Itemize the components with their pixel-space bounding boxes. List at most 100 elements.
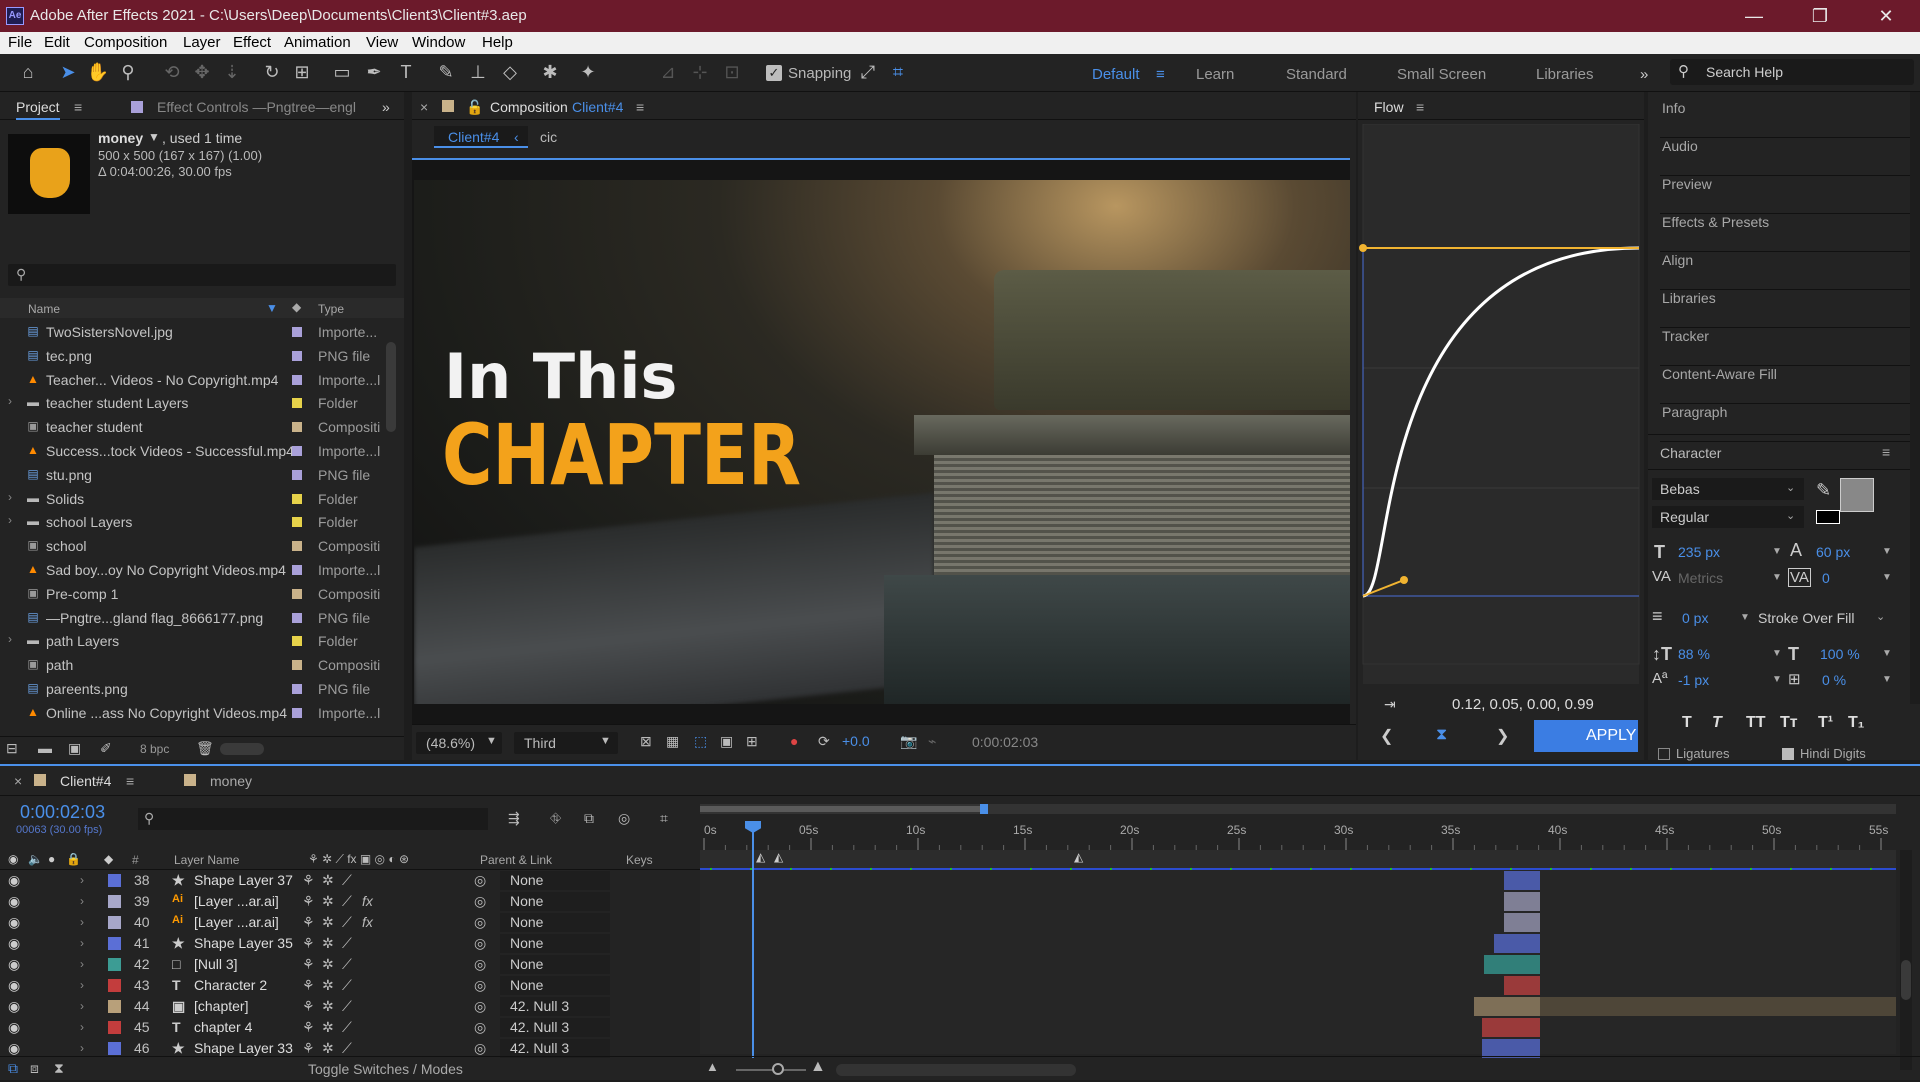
home-icon[interactable]: ⌂ (16, 60, 40, 84)
pick-whip-icon[interactable]: ◎ (474, 872, 486, 889)
label-color-swatch[interactable] (108, 874, 121, 887)
close-tab-icon[interactable]: × (420, 99, 428, 115)
tab-timeline-comp[interactable]: Client#4 (60, 773, 111, 789)
graph-editor-icon[interactable]: ⌗ (660, 810, 668, 827)
panel-info[interactable]: Info (1660, 100, 1910, 138)
label-color-swatch[interactable] (292, 541, 302, 552)
layer-duration-bar[interactable] (1484, 955, 1540, 974)
switches-column-icons[interactable]: ⚘ ✲ ⟋ fx ▣ ◎ ◐ ⊛ (308, 852, 409, 867)
project-item[interactable]: ▤ pareents.png PNG file (0, 677, 390, 701)
panel-menu-icon[interactable]: ≡ (126, 773, 134, 789)
label-color-swatch[interactable] (292, 374, 302, 385)
label-tag-icon[interactable]: ◆ (292, 300, 301, 314)
lock-column-icon[interactable]: 🔒 (66, 852, 81, 866)
layer-row[interactable]: ◉›⚘✲⟋◎⌄45Tchapter 442. Null 3 (0, 1017, 700, 1038)
layer-row[interactable]: ◉›⚘✲⟋◎⌄41★Shape Layer 35None (0, 933, 700, 954)
chevron-down-icon[interactable]: ▼ (1882, 546, 1892, 557)
resolution-dropdown[interactable]: Third ▼ (514, 732, 618, 754)
quality-switch-icon[interactable]: ⟋ (342, 935, 352, 952)
project-item[interactable]: ▤ tec.png PNG file (0, 344, 390, 368)
project-item[interactable]: ▣ school Compositi (0, 534, 390, 558)
project-item[interactable]: ▣ path Compositi (0, 653, 390, 677)
brush-tool-icon[interactable]: ✎ (434, 60, 458, 84)
workspace-learn[interactable]: Learn (1196, 66, 1234, 83)
superscript-icon[interactable]: T¹ (1818, 714, 1833, 732)
right-panel-scrollbar[interactable] (1910, 92, 1920, 704)
label-color-swatch[interactable] (292, 517, 302, 528)
keyframe-marker-icon[interactable]: ◭ (774, 850, 783, 864)
render-time-icon[interactable]: ⧗ (54, 1060, 64, 1077)
import-curve-icon[interactable]: ⇥ (1384, 696, 1396, 713)
layer-duration-bar[interactable] (1474, 997, 1896, 1016)
panel-align[interactable]: Align (1660, 252, 1910, 290)
fast-previews-icon[interactable]: ⊠ (640, 733, 652, 750)
shy-switch-icon[interactable]: ⚘ (302, 872, 315, 889)
menu-composition[interactable]: Composition (84, 34, 167, 51)
zoom-dropdown[interactable]: (48.6%) ▼ (416, 732, 502, 754)
toggle-switches-modes[interactable]: Toggle Switches / Modes (308, 1061, 463, 1077)
expand-folder-icon[interactable]: › (8, 632, 12, 646)
label-color-swatch[interactable] (108, 958, 121, 971)
more-workspaces-icon[interactable]: » (1640, 66, 1648, 83)
work-area-bar[interactable] (700, 804, 1896, 814)
breadcrumb-next[interactable]: cic (540, 129, 557, 145)
tracking-value[interactable]: 0 (1822, 570, 1830, 586)
collapse-switch-icon[interactable]: ✲ (322, 872, 334, 889)
eye-visibility-icon[interactable]: ◉ (8, 977, 20, 994)
zoom-tool-icon[interactable]: ⚲ (116, 60, 140, 84)
small-caps-icon[interactable]: Tт (1780, 714, 1798, 732)
label-color-swatch[interactable] (292, 565, 302, 575)
project-item[interactable]: › ▬ Solids Folder (0, 487, 390, 511)
panel-libraries[interactable]: Libraries (1660, 290, 1910, 328)
layer-name[interactable]: Character 2 (194, 977, 267, 993)
expand-folder-icon[interactable]: › (8, 394, 12, 408)
current-time-display[interactable]: 0:00:02:03 (972, 734, 1038, 750)
work-area-range[interactable] (700, 806, 984, 812)
layer-name[interactable]: [chapter] (194, 998, 248, 1014)
expand-layer-icon[interactable]: › (80, 873, 84, 887)
ease-out-handle[interactable] (1400, 576, 1408, 584)
next-preset-icon[interactable]: ❯ (1496, 726, 1509, 746)
panel-content-aware-fill[interactable]: Content-Aware Fill (1660, 366, 1910, 404)
breadcrumb-current[interactable]: Client#4 ‹ (434, 126, 528, 148)
sort-arrow-icon[interactable]: ▼ (266, 301, 278, 315)
parent-dropdown[interactable]: None (500, 934, 610, 953)
local-axis-icon[interactable]: ⊿ (656, 60, 680, 84)
apply-button[interactable]: APPLY (1534, 720, 1638, 752)
menu-effect[interactable]: Effect (233, 34, 271, 51)
quality-switch-icon[interactable]: ⟋ (342, 1040, 352, 1057)
project-item[interactable]: ▣ teacher student Compositi (0, 415, 390, 439)
layer-switches-toggle-icon[interactable]: ⧉ (8, 1060, 18, 1077)
rotation-tool-icon[interactable]: ↻ (260, 60, 284, 84)
comp-mini-flowchart-icon[interactable]: ⇶ (508, 810, 520, 827)
stroke-mode-dropdown[interactable]: Stroke Over Fill ⌄ (1752, 606, 1890, 628)
faux-bold-icon[interactable]: T (1682, 714, 1692, 732)
collapse-switch-icon[interactable]: ✲ (322, 1019, 334, 1036)
faux-italic-icon[interactable]: T (1712, 714, 1722, 732)
show-snapshot-icon[interactable]: ⌁ (928, 733, 936, 750)
timeline-scroll-thumb[interactable] (1901, 960, 1911, 1000)
layer-name[interactable]: [Layer ...ar.ai] (194, 893, 279, 909)
parent-dropdown[interactable]: 42. Null 3 (500, 1018, 610, 1037)
layer-name[interactable]: [Null 3] (194, 956, 238, 972)
menu-layer[interactable]: Layer (183, 34, 221, 51)
tab-effect-controls[interactable]: Effect Controls —Pngtree—engl (157, 99, 356, 115)
mask-visibility-icon[interactable]: ⬚ (694, 733, 707, 750)
thumbnail-slider[interactable] (220, 743, 264, 755)
collapse-switch-icon[interactable]: ✲ (322, 977, 334, 994)
quality-switch-icon[interactable]: ⟋ (342, 893, 352, 910)
layer-row[interactable]: ◉›⚘✲⟋◎⌄39Ai[Layer ...ar.ai]fxNone (0, 891, 700, 912)
selection-tool-icon[interactable]: ➤ (56, 60, 80, 84)
eye-visibility-icon[interactable]: ◉ (8, 935, 20, 952)
label-color-swatch[interactable] (108, 1021, 121, 1034)
menu-edit[interactable]: Edit (44, 34, 70, 51)
label-color-swatch[interactable] (292, 350, 302, 361)
quality-switch-icon[interactable]: ⟋ (342, 998, 352, 1015)
project-item[interactable]: › ▬ school Layers Folder (0, 510, 390, 534)
eye-visibility-icon[interactable]: ◉ (8, 1040, 20, 1057)
chevron-down-icon[interactable]: ▼ (1882, 674, 1892, 685)
eye-visibility-icon[interactable]: ◉ (8, 1019, 20, 1036)
timeline-zoom-thumb[interactable] (772, 1063, 784, 1075)
adjust-icon[interactable]: ✐ (100, 740, 112, 757)
panel-tracker[interactable]: Tracker (1660, 328, 1910, 366)
